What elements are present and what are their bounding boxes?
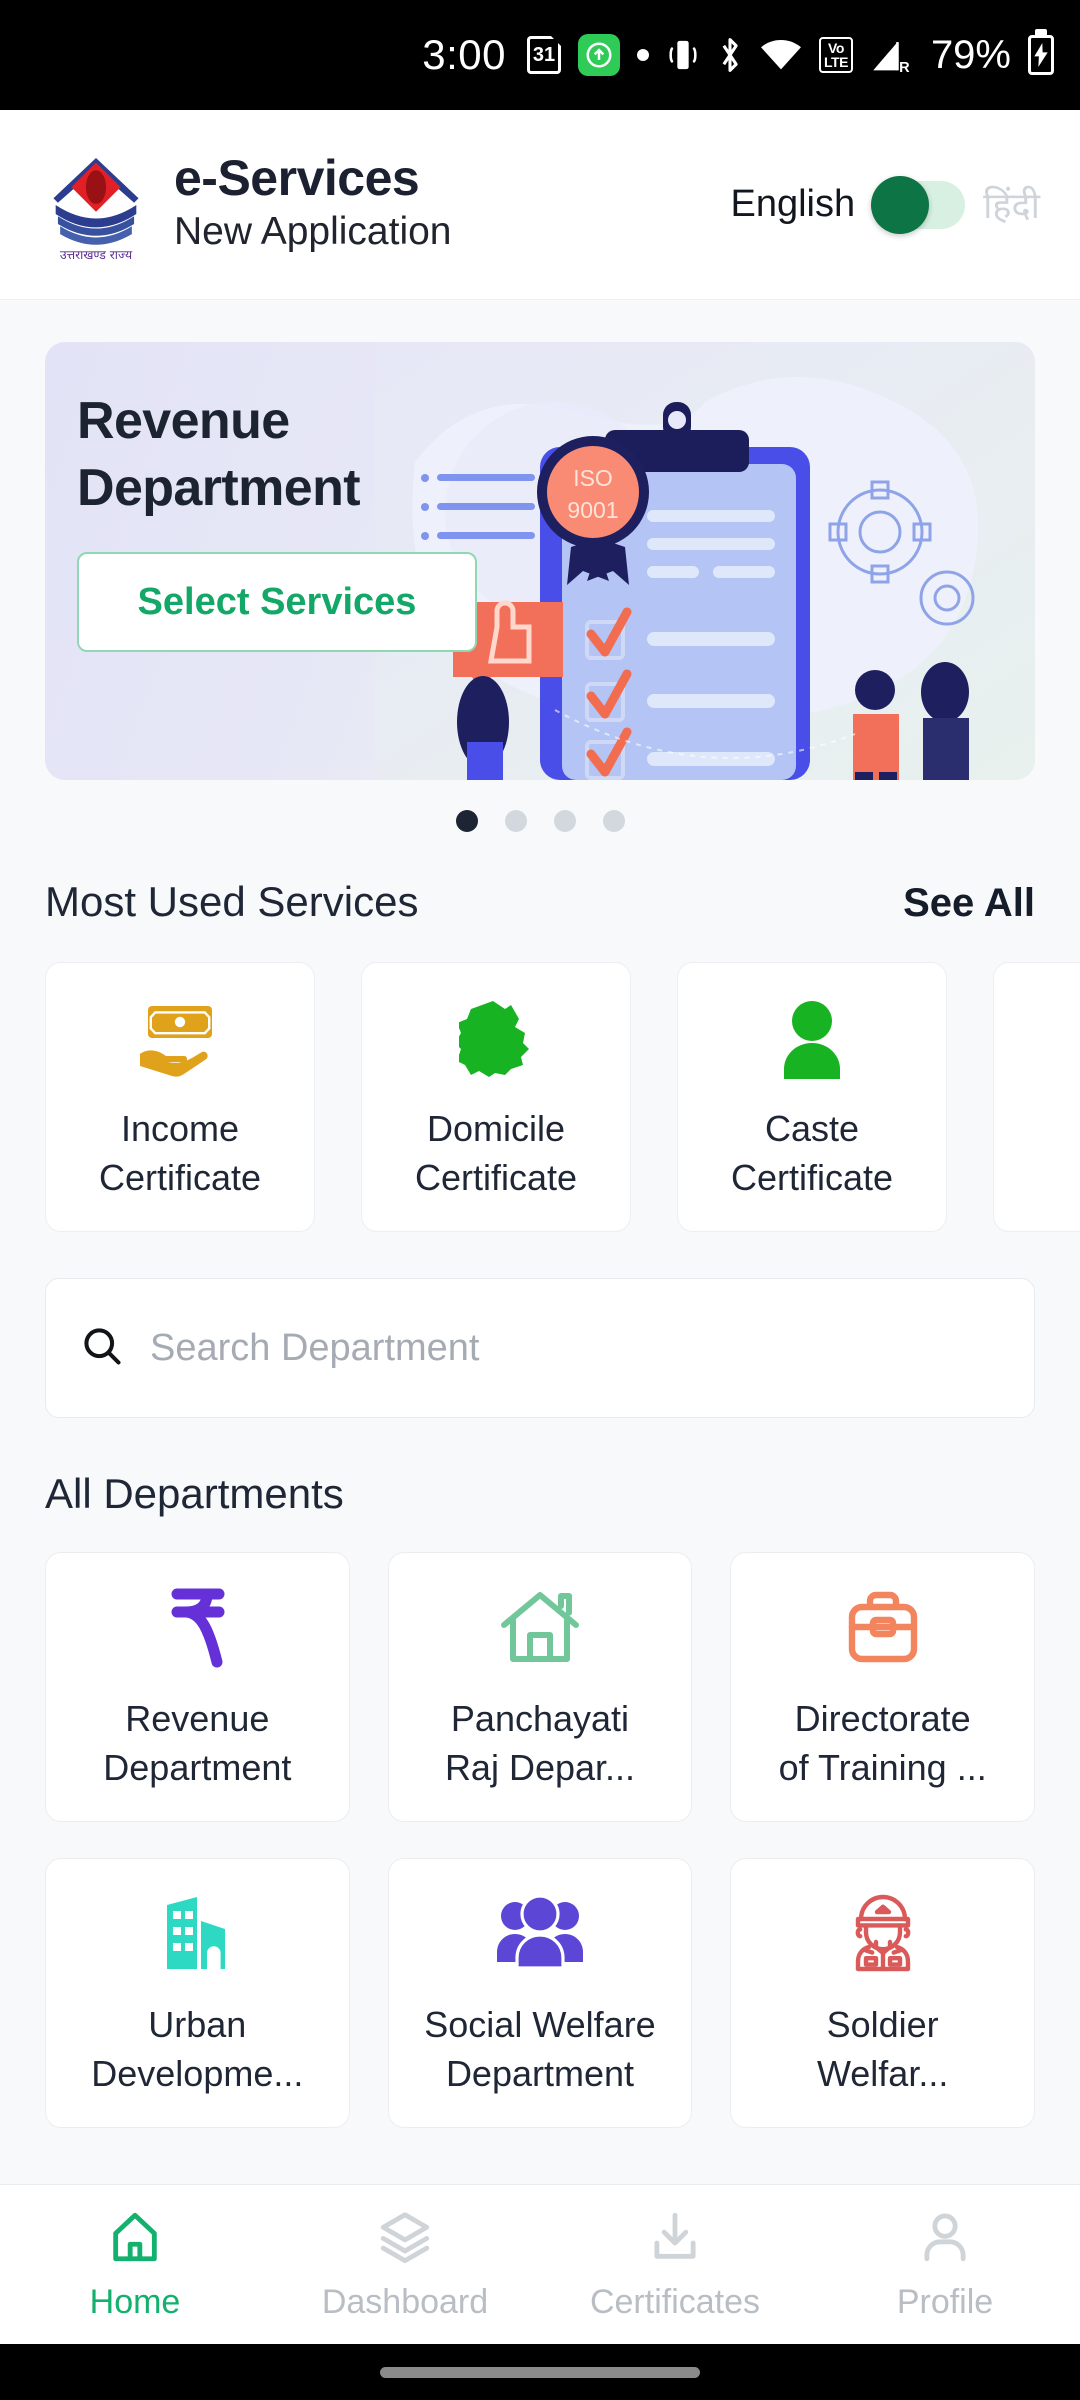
language-hindi-label: हिंदी [983,185,1040,226]
home-icon [106,2208,164,2271]
carousel-dot-1[interactable] [455,810,478,832]
promo-banner[interactable]: ISO 9001 Revenue Department Select Servi… [45,342,1035,780]
vibrate-icon [666,36,700,74]
svg-text:ISO: ISO [573,465,613,491]
state-map-icon [459,991,533,1087]
search-placeholder: Search Department [150,1326,480,1369]
nav-label-dashboard: Dashboard [321,2282,489,2321]
department-card-revenue[interactable]: Revenue Department [45,1552,350,1822]
briefcase-icon [844,1581,922,1673]
language-toggle[interactable]: English हिंदी [730,175,1040,234]
search-department-field[interactable]: Search Department [45,1278,1035,1418]
signal-icon: R [870,35,912,75]
download-icon [646,2208,704,2271]
house-icon [498,1581,582,1673]
service-card-income-certificate[interactable]: Income Certificate [45,962,315,1232]
dot-icon [637,49,650,61]
bluetooth-icon [717,35,743,75]
layers-icon [376,2208,434,2271]
nav-label-certificates: Certificates [589,2282,761,2321]
language-english-label: English [730,183,856,225]
svg-text:उत्तराखण्ड राज्य: उत्तराखण्ड राज्य [60,247,133,260]
app-title: e-Services [174,149,420,206]
banner-title-line1: Revenue [77,392,290,450]
department-label: Panchayati Raj Depar... [444,1698,636,1788]
carousel-dot-2[interactable] [504,810,527,832]
most-used-services-title: Most Used Services [45,878,419,925]
svg-text:R: R [899,60,910,75]
app-subtitle: New Application [174,210,452,254]
nav-label-home: Home [89,2282,181,2321]
department-card-soldier-welfare[interactable]: Soldier Welfar... [730,1858,1035,2128]
department-card-social-welfare[interactable]: Social Welfare Department [387,1858,693,2128]
carousel-dot-4[interactable] [602,810,625,832]
switch-knob [871,175,930,234]
people-group-icon [496,1887,583,1979]
banner-title-line2: Department [77,458,361,517]
calendar-icon: 31 [527,36,562,74]
service-card-domicile-certificate[interactable]: Domicile Certificate [361,962,631,1232]
gesture-navigation-bar [0,2344,1080,2400]
department-label: Soldier Welfar... [816,2004,949,2094]
nav-item-dashboard[interactable]: Dashboard [270,2208,540,2322]
most-used-services-header: Most Used Services See All [0,878,1080,926]
search-icon [80,1324,124,1373]
phone-screen: 3:00 31 Vo LTE R 79% उत्तराखण्ड राज्य e-… [0,0,1080,2400]
department-card-urban-development[interactable]: Urban Developme... [45,1858,350,2128]
soldier-icon [843,1887,923,1979]
nav-item-profile[interactable]: Profile [810,2208,1080,2322]
wifi-icon [760,38,802,72]
select-services-label: Select Services [137,580,417,623]
service-card-caste-certificate[interactable]: Caste Certificate [677,962,947,1232]
language-switch[interactable] [871,175,966,234]
see-all-button[interactable]: See All [903,881,1035,926]
service-card-partial[interactable] [993,962,1080,1232]
department-label: Social Welfare Department [424,2004,656,2094]
department-card-directorate-training[interactable]: Directorate of Training ... [730,1552,1035,1822]
svg-text:9001: 9001 [567,497,618,523]
rupee-icon [159,1581,235,1673]
battery-percent: 79% [930,32,1011,77]
carousel-dot-3[interactable] [553,810,576,832]
nav-label-profile: Profile [896,2282,994,2321]
person-outline-icon [916,2208,974,2271]
nav-item-certificates[interactable]: Certificates [540,2208,810,2322]
main-content: ISO 9001 Revenue Department Select Servi… [0,300,1080,2400]
money-in-hand-icon [136,991,224,1087]
departments-grid: Revenue Department Panchayati Raj Depar.… [0,1552,1080,2128]
nav-item-home[interactable]: Home [0,2208,270,2322]
battery-charging-icon [1028,35,1054,75]
gesture-pill[interactable] [380,2366,700,2378]
upload-icon [578,34,621,76]
select-services-button[interactable]: Select Services [77,552,477,652]
status-time: 3:00 [422,31,507,78]
banner-text: Revenue Department [77,388,361,521]
app-header: उत्तराखण्ड राज्य e-Services New Applicat… [0,110,1080,300]
volte-icon: Vo LTE [819,37,853,73]
uttarakhand-emblem-logo: उत्तराखण्ड राज्य [40,149,152,261]
bottom-navigation: Home Dashboard Certificates Profile [0,2184,1080,2344]
department-label: Revenue Department [103,1698,292,1788]
all-departments-title: All Departments [45,1470,344,1517]
department-label: Directorate of Training ... [778,1698,987,1788]
most-used-services-row[interactable]: Income Certificate Domicile Certificate [0,962,1080,1232]
service-label: Domicile Certificate [414,1108,578,1198]
carousel-dots [0,810,1080,832]
person-icon [777,991,847,1087]
department-card-panchayati-raj[interactable]: Panchayati Raj Depar... [387,1552,693,1822]
department-label: Urban Developme... [91,2004,304,2094]
buildings-icon [159,1887,235,1979]
service-label: Income Certificate [98,1108,262,1198]
service-label: Caste Certificate [730,1108,894,1198]
status-bar: 3:00 31 Vo LTE R 79% [0,0,1080,110]
